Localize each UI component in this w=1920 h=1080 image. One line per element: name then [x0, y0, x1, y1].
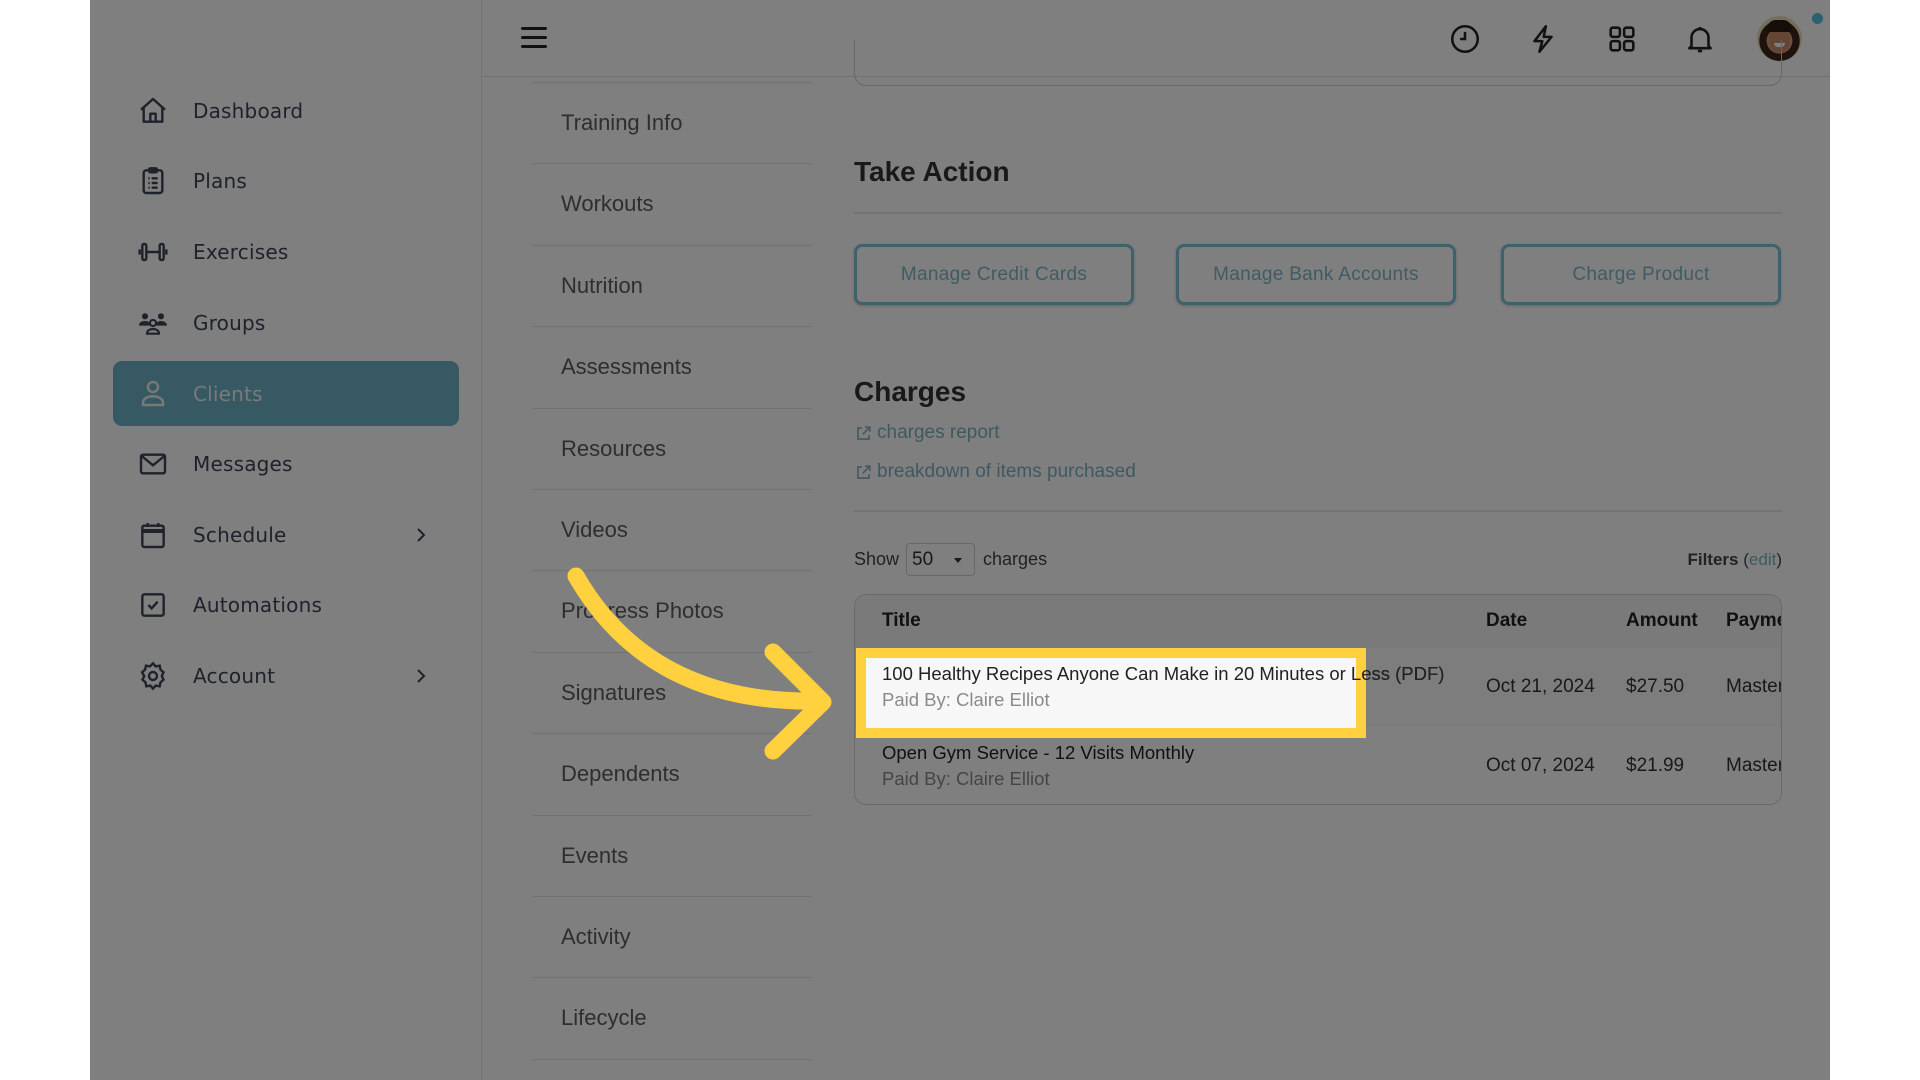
subnav-item-resources[interactable]: Resources — [532, 407, 812, 489]
sidebar-item-automations[interactable]: Automations — [113, 573, 459, 637]
highlighted-paid-by: Paid By: Claire Elliot — [882, 689, 1050, 710]
sidebar-item-label: Automations — [193, 593, 323, 617]
sidebar-item-exercises[interactable]: Exercises — [113, 220, 459, 284]
page-size-control: Show 50 charges — [854, 543, 1047, 576]
chevron-right-icon — [409, 523, 433, 547]
page-size-select[interactable]: 50 — [906, 543, 976, 576]
calendar-icon — [137, 519, 169, 551]
column-header-date[interactable]: Date — [1486, 610, 1527, 632]
charge-title: Open Gym Service - 12 Visits Monthly — [882, 742, 1195, 763]
charge-amount: $27.50 — [1626, 676, 1685, 697]
sidebar-item-label: Schedule — [193, 523, 287, 547]
users-icon — [137, 307, 169, 339]
client-subnav: Training Info Workouts Nutrition Assessm… — [532, 82, 812, 1079]
user-icon — [137, 377, 169, 409]
subnav-item-events[interactable]: Events — [532, 814, 812, 896]
menu-icon[interactable] — [521, 27, 547, 49]
subnav-item-dependents[interactable]: Dependents — [532, 733, 812, 814]
caret-down-icon — [954, 558, 963, 563]
home-icon — [137, 95, 169, 127]
sidebar-item-label: Dashboard — [193, 99, 304, 123]
divider — [854, 212, 1782, 214]
sidebar-item-messages[interactable]: Messages — [113, 432, 459, 496]
subnav-item-activity[interactable]: Activity — [532, 895, 812, 977]
subnav-item-training-info[interactable]: Training Info — [532, 82, 812, 163]
divider — [854, 510, 1782, 512]
charge-date: Oct 07, 2024 — [1486, 755, 1595, 776]
sidebar-item-account[interactable]: Account — [113, 644, 459, 708]
manage-bank-accounts-button[interactable]: Manage Bank Accounts — [1176, 244, 1456, 305]
table-row[interactable]: Open Gym Service - 12 Visits Monthly Pai… — [855, 727, 1782, 804]
take-action-heading: Take Action — [854, 156, 1010, 187]
chevron-right-icon — [409, 664, 433, 688]
sidebar-item-schedule[interactable]: Schedule — [113, 503, 459, 567]
sidebar-item-label: Messages — [193, 452, 293, 476]
checkbox-icon — [137, 589, 169, 621]
subnav-item-signatures[interactable]: Signatures — [532, 651, 812, 733]
sidebar-item-label: Exercises — [193, 240, 289, 264]
notification-badge — [1812, 13, 1823, 24]
subnav-item-videos[interactable]: Videos — [532, 488, 812, 570]
sidebar-item-label: Groups — [193, 311, 266, 335]
sidebar-item-label: Clients — [193, 381, 263, 406]
subnav-item-workouts[interactable]: Workouts — [532, 163, 812, 244]
sidebar-item-label: Plans — [193, 169, 247, 193]
dumbbell-icon — [137, 236, 169, 268]
subnav-divider — [532, 1058, 812, 1079]
charges-report-link[interactable]: charges report — [854, 422, 1000, 444]
envelope-icon — [137, 448, 169, 480]
charge-amount: $21.99 — [1626, 755, 1685, 776]
paid-by: Paid By: Claire Elliot — [882, 768, 1050, 789]
charges-heading: Charges — [854, 376, 967, 407]
sidebar-item-groups[interactable]: Groups — [113, 291, 459, 355]
sidebar-item-dashboard[interactable]: Dashboard — [113, 79, 459, 143]
app-window: Dashboard Plans Exercises Groups Clients… — [90, 0, 1830, 1080]
filters-edit-link[interactable]: edit — [1749, 550, 1776, 569]
subnav-item-lifecycle[interactable]: Lifecycle — [532, 977, 812, 1058]
table-header: Title Date Amount Payme — [855, 595, 1781, 648]
filters: Filters (edit) — [1687, 550, 1782, 569]
subnav-item-nutrition[interactable]: Nutrition — [532, 244, 812, 326]
previous-card-edge — [854, 40, 1782, 86]
manage-credit-cards-button[interactable]: Manage Credit Cards — [854, 244, 1134, 305]
sidebar-item-label: Account — [193, 664, 276, 688]
gear-icon — [137, 660, 169, 692]
charge-payment: Master — [1726, 676, 1782, 697]
column-header-title[interactable]: Title — [882, 610, 921, 632]
highlight-box[interactable]: 100 Healthy Recipes Anyone Can Make in 2… — [856, 648, 1444, 738]
column-header-payment[interactable]: Payme — [1726, 610, 1781, 632]
subnav-item-assessments[interactable]: Assessments — [532, 326, 812, 407]
column-header-amount[interactable]: Amount — [1626, 610, 1698, 632]
sidebar-item-plans[interactable]: Plans — [113, 149, 459, 213]
external-link-icon — [857, 464, 871, 479]
subnav-item-progress-photos[interactable]: Progress Photos — [532, 570, 812, 651]
charge-payment: Master — [1726, 755, 1782, 776]
charge-product-button[interactable]: Charge Product — [1501, 244, 1781, 305]
charge-date: Oct 21, 2024 — [1486, 676, 1595, 697]
sidebar-item-clients[interactable]: Clients — [113, 361, 459, 426]
external-link-icon — [857, 425, 871, 440]
breakdown-items-link[interactable]: breakdown of items purchased — [854, 461, 1136, 483]
sidebar: Dashboard Plans Exercises Groups Clients… — [90, 0, 482, 1080]
clipboard-icon — [137, 165, 169, 197]
highlighted-charge-title: 100 Healthy Recipes Anyone Can Make in 2… — [882, 663, 1445, 684]
